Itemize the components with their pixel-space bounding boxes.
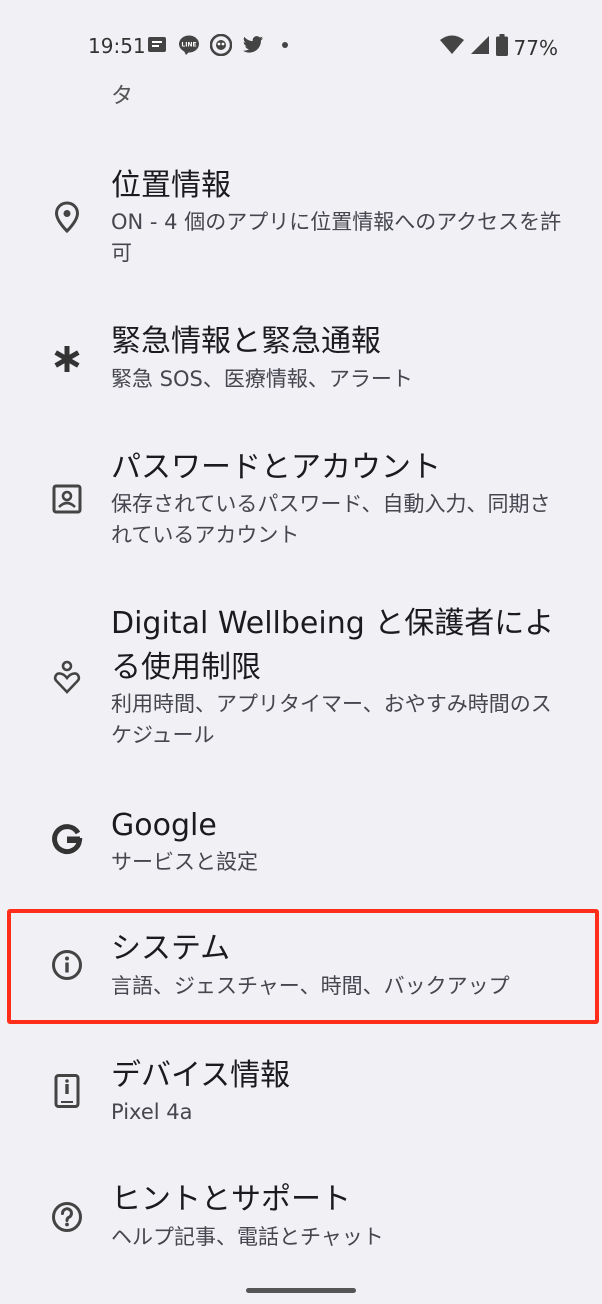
twitter-icon xyxy=(242,34,264,56)
notification-icons: LINE xyxy=(146,34,296,56)
line-icon: LINE xyxy=(178,34,200,56)
google-g-icon xyxy=(50,822,84,856)
settings-item-subtitle: Pixel 4a xyxy=(111,1100,193,1124)
settings-item-subtitle: 保存されているパスワード、自動入力、同期されているアカウント xyxy=(111,492,551,547)
settings-item-title: デバイス情報 xyxy=(111,1058,291,1093)
settings-item-safety[interactable]: 緊急情報と緊急通報 緊急 SOS、医療情報、アラート xyxy=(0,318,602,408)
gesture-nav-handle[interactable] xyxy=(246,1288,356,1293)
status-time: 19:51 xyxy=(88,34,146,58)
settings-item-device[interactable]: デバイス情報 Pixel 4a xyxy=(0,1052,602,1142)
partial-item-subtitle[interactable]: タ xyxy=(111,78,133,110)
location-pin-icon xyxy=(50,200,84,234)
settings-item-wellbeing[interactable]: Digital Wellbeing と保護者による使用制限 利用時間、アプリタイ… xyxy=(0,602,602,762)
settings-item-help[interactable]: ヒントとサポート ヘルプ記事、電話とチャット xyxy=(0,1176,602,1266)
battery-percent: 77% xyxy=(513,35,558,60)
info-icon xyxy=(50,948,84,982)
status-right: 77% xyxy=(439,34,558,61)
help-icon xyxy=(50,1200,84,1234)
settings-item-passwords[interactable]: パスワードとアカウント 保存されているパスワード、自動入力、同期されているアカウ… xyxy=(0,444,602,564)
settings-item-subtitle: 言語、ジェスチャー、時間、バックアップ xyxy=(111,974,510,998)
settings-item-title: パスワードとアカウント xyxy=(111,450,441,485)
settings-item-subtitle: ON - 4 個のアプリに位置情報へのアクセスを許可 xyxy=(111,210,562,265)
settings-item-system[interactable]: システム 言語、ジェスチャー、時間、バックアップ xyxy=(0,925,602,1011)
settings-item-subtitle: サービスと設定 xyxy=(111,850,258,874)
svg-text:LINE: LINE xyxy=(181,42,196,49)
settings-item-location[interactable]: 位置情報 ON - 4 個のアプリに位置情報へのアクセスを許可 xyxy=(0,160,602,280)
account-box-icon xyxy=(50,482,84,516)
settings-item-title: ヒントとサポート xyxy=(111,1182,351,1217)
settings-item-subtitle: 緊急 SOS、医療情報、アラート xyxy=(111,367,413,391)
wifi-icon xyxy=(439,35,464,60)
settings-item-title: システム xyxy=(111,931,231,966)
webtoon-icon xyxy=(210,34,232,56)
asterisk-icon xyxy=(50,342,84,376)
partial-item-clipped-text xyxy=(111,70,491,76)
wellbeing-icon xyxy=(50,660,84,694)
status-bar: 19:51 LINE 77% xyxy=(0,0,602,80)
message-icon xyxy=(146,34,168,56)
settings-item-title: 緊急情報と緊急通報 xyxy=(111,324,381,359)
phone-icon xyxy=(50,1074,84,1108)
settings-item-google[interactable]: Google サービスと設定 xyxy=(0,802,602,892)
settings-item-subtitle: 利用時間、アプリタイマー、おやすみ時間のスケジュール xyxy=(111,692,552,747)
settings-item-title: Digital Wellbeing と保護者による使用制限 xyxy=(111,606,555,685)
battery-icon xyxy=(495,34,508,61)
settings-item-title: 位置情報 xyxy=(111,168,231,203)
dot-icon xyxy=(274,34,296,56)
settings-item-subtitle: ヘルプ記事、電話とチャット xyxy=(111,1225,384,1249)
settings-item-title: Google xyxy=(111,808,217,843)
signal-icon xyxy=(470,35,490,60)
